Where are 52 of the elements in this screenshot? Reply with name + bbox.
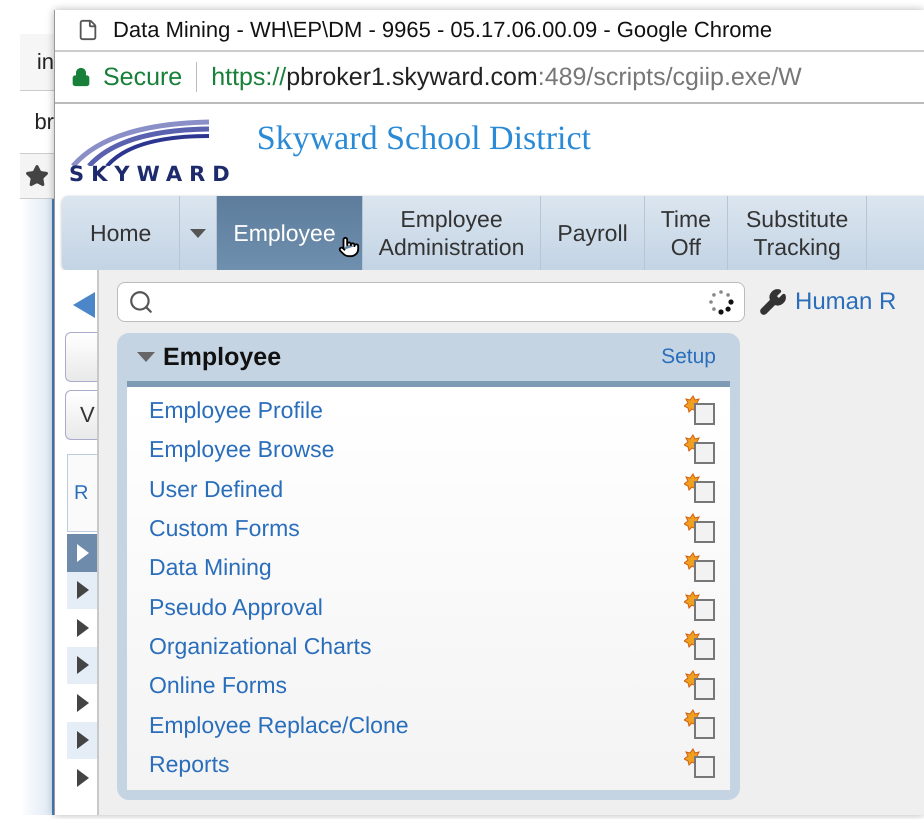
panel-title: Employee [163, 342, 282, 372]
page-star-icon[interactable] [684, 434, 716, 466]
address-url[interactable]: https://pbroker1.skyward.com:489/scripts/cgiip.exe/W [211, 62, 802, 92]
expand-arrow-icon[interactable] [77, 694, 89, 712]
table-row[interactable] [67, 646, 97, 684]
page-star-icon[interactable] [684, 473, 716, 506]
page-star-icon[interactable] [684, 394, 716, 427]
page-star-icon[interactable] [684, 630, 716, 662]
hand-cursor-icon [338, 236, 360, 258]
lock-icon [71, 67, 91, 87]
column-header: R [67, 454, 97, 532]
loading-spinner-icon [708, 289, 734, 315]
table-row[interactable] [67, 722, 97, 759]
page-star-icon[interactable] [684, 670, 716, 702]
menu-link[interactable]: Organizational Charts [149, 632, 372, 660]
search-icon [128, 289, 154, 315]
setup-link[interactable]: Setup [661, 345, 716, 369]
menu-link[interactable]: Employee Profile [149, 397, 323, 424]
expand-arrow-icon[interactable] [77, 618, 89, 637]
page-star-icon[interactable] [684, 748, 716, 780]
page-star-icon[interactable] [684, 552, 716, 584]
back-arrow-icon[interactable] [73, 292, 95, 318]
page-star-icon[interactable] [684, 591, 716, 624]
expand-arrow-icon[interactable] [77, 581, 89, 600]
caret-icon [190, 228, 206, 238]
tab-fragment[interactable]: in [20, 34, 54, 91]
logo-text: SKYWARD [69, 162, 237, 186]
district-title: Skyward School District [256, 120, 591, 158]
page-icon [77, 19, 99, 41]
menu-link[interactable]: Data Mining [149, 554, 272, 582]
menu-link[interactable]: Employee Replace/Clone [149, 712, 409, 739]
expand-arrow-icon[interactable] [77, 768, 89, 787]
menu-link[interactable]: Online Forms [149, 672, 288, 700]
menu-link[interactable]: Custom Forms [149, 515, 300, 542]
toolbar-button[interactable]: V [65, 390, 97, 440]
expand-arrow-icon[interactable] [77, 656, 89, 674]
menu-link[interactable]: User Defined [149, 476, 284, 503]
page-star-icon[interactable] [684, 512, 716, 545]
window-title: Data Mining - WH\EP\DM - 9965 - 05.17.06.00.09 - Google Chrome [113, 17, 772, 43]
nav-tab[interactable]: Employee [217, 196, 363, 270]
menu-link[interactable]: Pseudo Approval [149, 594, 323, 621]
search-field[interactable] [117, 282, 745, 322]
security-label: Secure [103, 62, 182, 92]
wrench-icon [759, 288, 787, 316]
menu-link[interactable]: Employee Browse [149, 436, 334, 464]
page-star-icon[interactable] [684, 709, 716, 742]
menu-link[interactable]: Reports [149, 750, 230, 778]
star-icon[interactable] [25, 164, 49, 188]
expand-arrow-icon[interactable] [77, 731, 89, 750]
collapse-caret-icon[interactable] [137, 352, 155, 362]
table-row[interactable] [67, 572, 97, 609]
quick-link[interactable]: Human R [759, 288, 896, 316]
